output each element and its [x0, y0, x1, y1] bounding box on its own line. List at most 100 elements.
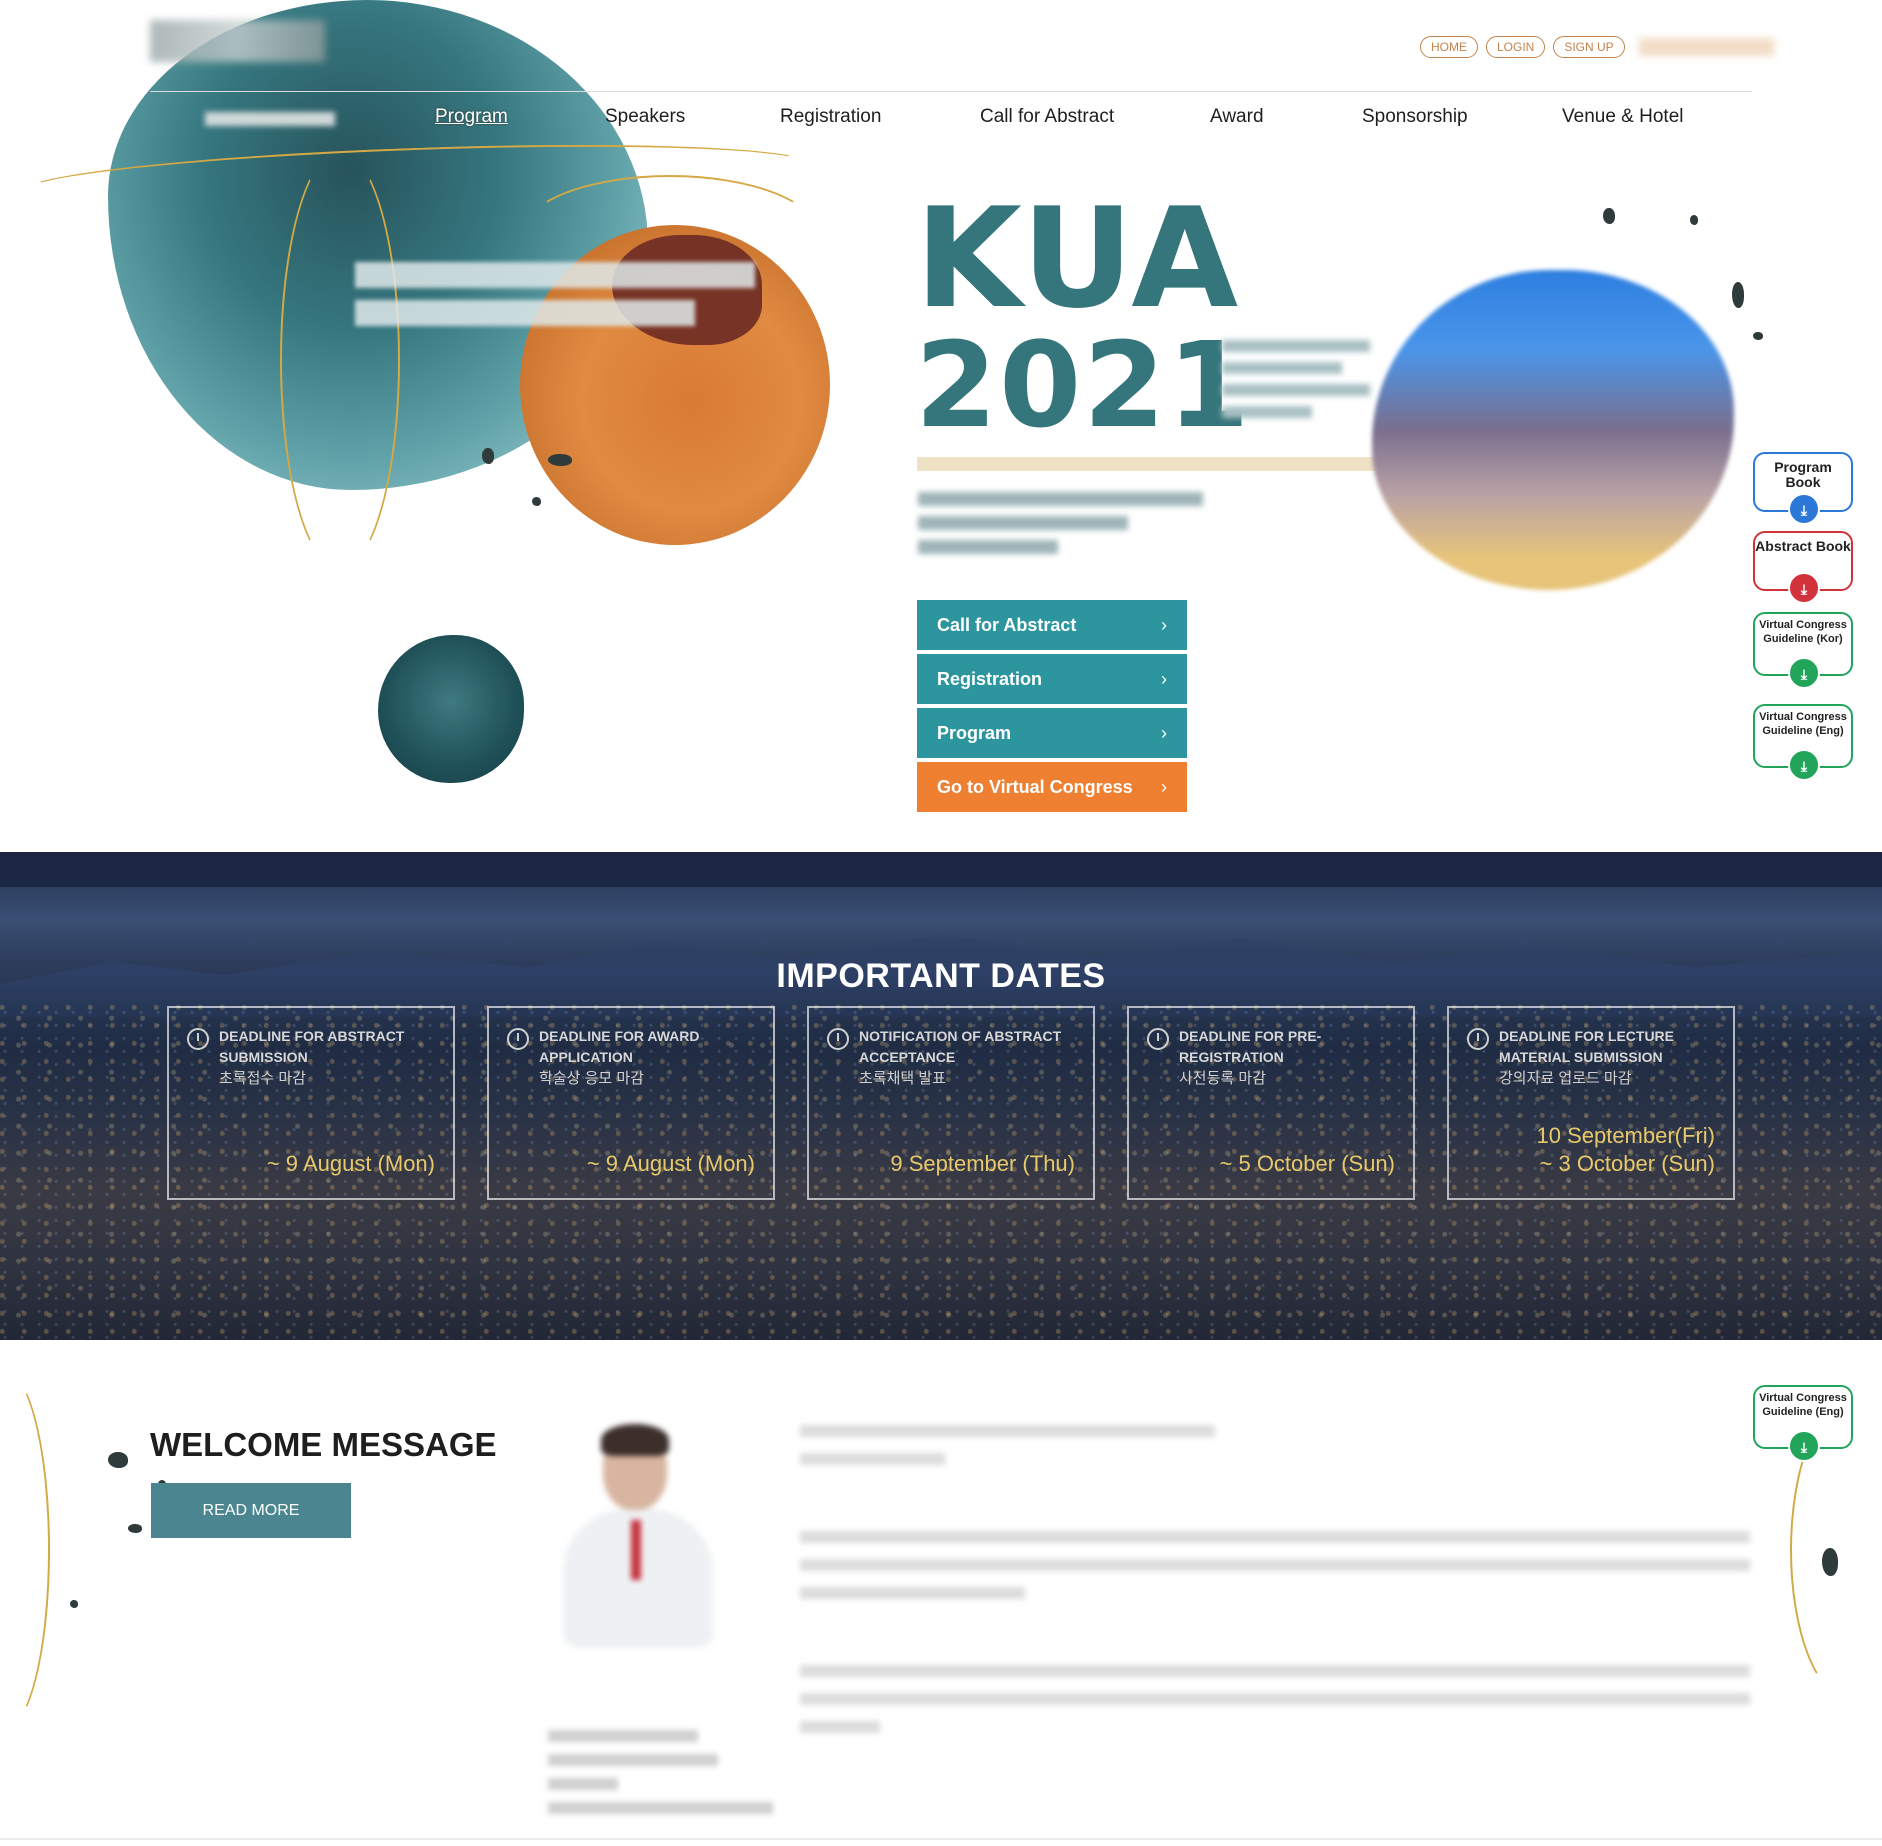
utility-extra-link[interactable]	[1638, 38, 1774, 56]
welcome-title: WELCOME MESSAGE	[150, 1426, 497, 1463]
side-btn-label: Program Book	[1774, 459, 1832, 490]
download-icon: ⤓	[1788, 493, 1820, 525]
hero-tagline	[355, 262, 755, 342]
title-underline-bar	[917, 457, 1387, 471]
event-title-name: KUA	[915, 178, 1241, 339]
nav-item-call-for-abstract[interactable]: Call for Abstract	[980, 106, 1114, 128]
chevron-right-icon: ›	[1161, 722, 1167, 743]
event-subtitle	[918, 492, 1203, 570]
cta-label: Program	[937, 722, 1012, 743]
side-btn-label: Virtual Congress Guideline (Eng)	[1759, 711, 1847, 737]
cta-label: Call for Abstract	[937, 614, 1077, 635]
chevron-right-icon: ›	[1161, 668, 1167, 689]
date-card-korean: 사전등록 마감	[1179, 1070, 1266, 1087]
download-icon: ⤓	[1788, 749, 1820, 781]
chevron-right-icon: ›	[1161, 614, 1167, 635]
date-card-label: DEADLINE FOR AWARD APPLICATION	[539, 1028, 700, 1065]
date-card-label: DEADLINE FOR PRE-REGISTRATION	[1179, 1028, 1322, 1065]
logo-subtitle	[205, 112, 335, 126]
important-dates-section: IMPORTANT DATES DEADLINE FOR ABSTRACT SU…	[0, 852, 1882, 1340]
nav-item-award[interactable]: Award	[1210, 106, 1264, 128]
important-dates-title: IMPORTANT DATES	[776, 957, 1106, 995]
event-date-venue	[1222, 340, 1370, 430]
registration-button[interactable]: Registration ›	[917, 654, 1187, 704]
read-more-button[interactable]: READ MORE	[151, 1483, 351, 1538]
event-title: KUA 2021	[915, 178, 1251, 445]
clock-icon	[507, 1028, 529, 1050]
venue-photo	[1372, 270, 1734, 590]
nav-item-venue-hotel[interactable]: Venue & Hotel	[1562, 106, 1683, 128]
clock-icon	[1147, 1028, 1169, 1050]
ink-dot	[548, 454, 572, 466]
clock-icon	[187, 1028, 209, 1050]
hero-section: HOME LOGIN SIGN UP Program Speakers Regi…	[0, 0, 1882, 852]
welcome-message-text	[800, 1425, 1750, 1749]
download-icon: ⤓	[1788, 572, 1820, 604]
clock-icon	[827, 1028, 849, 1050]
date-card-label: NOTIFICATION OF ABSTRACT ACCEPTANCE	[859, 1028, 1062, 1065]
nav-item-registration[interactable]: Registration	[780, 106, 881, 128]
ink-dot	[128, 1524, 142, 1533]
welcome-section: WELCOME MESSAGE READ MORE Virtual Congre…	[0, 1340, 1882, 1846]
virtual-congress-button[interactable]: Go to Virtual Congress ›	[917, 762, 1187, 812]
clock-icon	[1467, 1028, 1489, 1050]
abstract-book-download[interactable]: Abstract Book ⤓	[1753, 531, 1853, 604]
date-card-value: 10 September(Fri) ~ 3 October (Sun)	[1536, 1122, 1715, 1178]
home-link[interactable]: HOME	[1420, 36, 1478, 58]
utility-links: HOME LOGIN SIGN UP	[1420, 36, 1774, 58]
guideline-eng-download[interactable]: Virtual Congress Guideline (Eng) ⤓	[1753, 704, 1853, 781]
date-card-value: ~ 9 August (Mon)	[267, 1150, 435, 1178]
ink-dot	[1690, 215, 1698, 225]
cta-label: Registration	[937, 668, 1043, 689]
login-link[interactable]: LOGIN	[1486, 36, 1546, 58]
download-icon: ⤓	[1788, 1430, 1820, 1462]
ink-dot	[1603, 208, 1615, 224]
date-card: NOTIFICATION OF ABSTRACT ACCEPTANCE 초록채택…	[807, 1006, 1095, 1200]
ink-dot	[1753, 332, 1763, 340]
date-card: DEADLINE FOR AWARD APPLICATION 학술상 응모 마감…	[487, 1006, 775, 1200]
ink-dot	[70, 1600, 78, 1608]
program-book-download[interactable]: Program Book ⤓	[1753, 452, 1853, 525]
date-card-value-line: ~ 3 October (Sun)	[1539, 1151, 1715, 1176]
section-top-strip	[0, 852, 1882, 887]
side-btn-label: Virtual Congress Guideline (Eng)	[1759, 1392, 1847, 1418]
president-caption	[548, 1730, 773, 1840]
page-bottom-border	[0, 1838, 1882, 1840]
side-btn-label: Abstract Book	[1755, 538, 1851, 554]
date-card-value: ~ 9 August (Mon)	[587, 1150, 755, 1178]
gold-decor-line	[280, 150, 400, 570]
ink-dot	[532, 497, 541, 506]
guideline-eng-download-sticky[interactable]: Virtual Congress Guideline (Eng) ⤓	[1753, 1385, 1853, 1462]
date-card-value-line: ~ 5 October (Sun)	[1219, 1151, 1395, 1176]
chevron-right-icon: ›	[1161, 776, 1167, 797]
guideline-kor-download[interactable]: Virtual Congress Guideline (Kor) ⤓	[1753, 612, 1853, 689]
date-card: DEADLINE FOR LECTURE MATERIAL SUBMISSION…	[1447, 1006, 1735, 1200]
date-card: DEADLINE FOR ABSTRACT SUBMISSION 초록접수 마감…	[167, 1006, 455, 1200]
date-card-value-line: ~ 9 August (Mon)	[586, 1151, 755, 1176]
side-btn-label: Virtual Congress Guideline (Kor)	[1759, 619, 1847, 645]
nav-item-program[interactable]: Program	[435, 106, 508, 128]
date-card-label: DEADLINE FOR ABSTRACT SUBMISSION	[219, 1028, 405, 1065]
date-card-value-line: 9 September (Thu)	[890, 1151, 1075, 1176]
nav-item-speakers[interactable]: Speakers	[605, 106, 685, 128]
nav-divider	[150, 91, 1752, 92]
cta-buttons: Call for Abstract › Registration › Progr…	[917, 600, 1187, 816]
gold-decor-line	[0, 1370, 50, 1730]
program-button[interactable]: Program ›	[917, 708, 1187, 758]
nav-item-sponsorship[interactable]: Sponsorship	[1362, 106, 1468, 128]
cta-label: Go to Virtual Congress	[937, 776, 1133, 797]
call-for-abstract-button[interactable]: Call for Abstract ›	[917, 600, 1187, 650]
main-nav: Program Speakers Registration Call for A…	[400, 106, 1720, 136]
date-card-value-line: ~ 9 August (Mon)	[266, 1151, 435, 1176]
ink-dot	[1822, 1548, 1838, 1576]
ink-dot	[1732, 282, 1744, 308]
signup-link[interactable]: SIGN UP	[1553, 36, 1625, 58]
date-card-value-line: 10 September(Fri)	[1536, 1123, 1715, 1148]
date-card-korean: 초록접수 마감	[219, 1070, 306, 1087]
site-logo[interactable]	[150, 20, 325, 62]
download-icon: ⤓	[1788, 657, 1820, 689]
date-card-korean: 강의자료 업로드 마감	[1499, 1070, 1632, 1087]
date-card-value: 9 September (Thu)	[890, 1150, 1075, 1178]
date-card-korean: 학술상 응모 마감	[539, 1070, 644, 1087]
date-card-label: DEADLINE FOR LECTURE MATERIAL SUBMISSION	[1499, 1028, 1674, 1065]
